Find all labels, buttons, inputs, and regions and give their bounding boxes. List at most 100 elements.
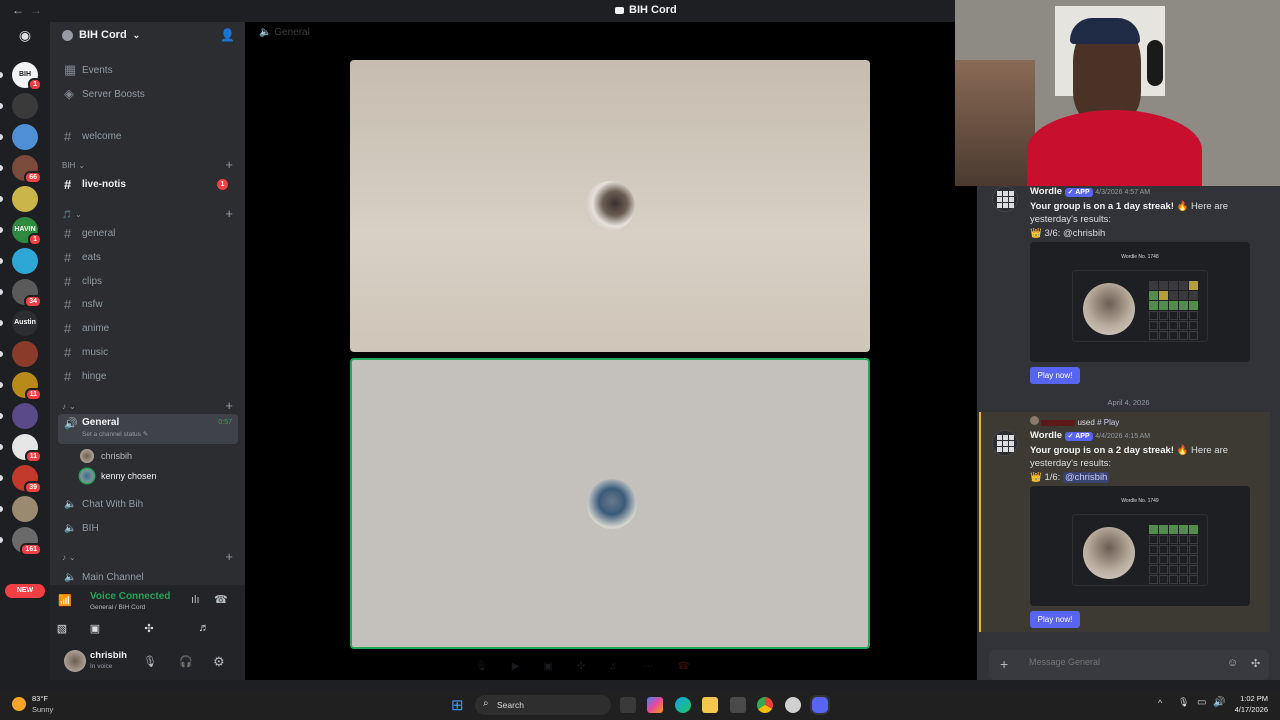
server-icon[interactable]: Austin [12, 310, 38, 336]
chevron-up-icon[interactable]: ^ [1158, 698, 1162, 708]
chrome-icon[interactable] [757, 697, 773, 713]
clock-time[interactable]: 1:02 PM [1234, 694, 1268, 703]
add-channel-icon[interactable]: + [225, 398, 233, 413]
wordle-app-icon[interactable] [992, 186, 1018, 212]
server-icon[interactable] [12, 248, 38, 274]
add-channel-icon[interactable]: + [225, 157, 233, 172]
microphone-icon[interactable]: 🎙 [1178, 697, 1189, 708]
play-now-button[interactable]: Play now! [1030, 611, 1080, 628]
activities-icon[interactable]: ✣ [129, 622, 169, 635]
message-input[interactable] [1029, 657, 1209, 667]
more-icon[interactable]: ⋯ [643, 661, 653, 672]
channel-music[interactable]: # music [58, 342, 238, 362]
back-arrow-icon[interactable]: ← [12, 3, 24, 17]
leave-call-icon[interactable]: ☎ [677, 661, 689, 672]
noise-suppression-icon[interactable]: ılı [191, 594, 200, 606]
server-icon[interactable] [12, 186, 38, 212]
server-icon[interactable]: 39 [12, 465, 42, 494]
channel-welcome[interactable]: # welcome [58, 126, 238, 146]
channel-anime[interactable]: # anime [58, 318, 238, 338]
network-icon[interactable]: ▭ [1197, 697, 1206, 708]
wordle-app-icon[interactable] [992, 430, 1018, 456]
server-icon[interactable] [12, 496, 38, 522]
server-icon[interactable] [12, 341, 38, 367]
user-avatar[interactable] [64, 650, 86, 672]
microphone-icon[interactable]: 🎙 [143, 655, 157, 668]
voice-channel-chat-with-bih[interactable]: 🔈 Chat With Bih [58, 494, 238, 514]
server-icon[interactable]: 66 [12, 155, 42, 184]
category-four[interactable]: ♪ ⌄ [62, 553, 76, 562]
taskbar-search[interactable]: ⌕ Search [475, 695, 611, 715]
camera-icon[interactable]: ▶ [512, 661, 520, 672]
voice-channel-main[interactable]: 🔈 Main Channel [58, 567, 238, 587]
volume-icon[interactable]: 🔊 [1213, 697, 1225, 708]
voice-user-kenny[interactable]: kenny chosen [80, 469, 157, 483]
category-music[interactable]: 🎵 ⌄ [62, 210, 82, 219]
sidebar-item-events[interactable]: ▦ Events [58, 60, 238, 80]
channel-general[interactable]: # general [58, 223, 238, 243]
discord-taskbar-icon[interactable] [812, 697, 828, 713]
channel-live-notis[interactable]: # live-notis 1 [58, 174, 238, 194]
copilot-icon[interactable] [647, 697, 663, 713]
add-channel-icon[interactable]: + [225, 206, 233, 221]
add-channel-icon[interactable]: + [225, 549, 233, 564]
microphone-icon[interactable]: 🎙 [475, 661, 488, 672]
channel-hinge[interactable]: # hinge [58, 366, 238, 386]
new-badge[interactable]: NEW [5, 584, 45, 598]
settings-gear-icon[interactable]: ⚙ [213, 654, 225, 670]
voice-location[interactable]: General / BIH Cord [90, 604, 145, 611]
server-icon[interactable]: BIH 1 [12, 62, 42, 91]
channel-status-hint[interactable]: Set a channel status ✎ [82, 430, 148, 438]
channel-clips[interactable]: # clips [58, 271, 238, 291]
slash-command[interactable]: # Play [1097, 418, 1119, 427]
task-view-icon[interactable] [620, 697, 636, 713]
server-icon[interactable]: 161 [12, 527, 42, 556]
play-now-button[interactable]: Play now! [1030, 367, 1080, 384]
server-icon[interactable]: 11 [12, 372, 42, 401]
voice-channel-general[interactable]: 🔊 General Set a channel status ✎ 0:57 [58, 414, 238, 444]
screen-share-icon[interactable]: ▣ [75, 622, 115, 635]
disconnect-icon[interactable]: ☎ [214, 593, 228, 606]
server-icon[interactable] [12, 93, 38, 119]
emoji-icon[interactable]: ☺ [1227, 657, 1238, 669]
channel-eats[interactable]: # eats [58, 247, 238, 267]
server-icon[interactable]: 11 [12, 434, 42, 463]
video-tile-chrisbih[interactable] [350, 60, 870, 352]
add-attachment-icon[interactable]: + [1000, 656, 1008, 672]
server-icon[interactable]: HAVIN 1 [12, 217, 42, 246]
video-tile-kenny[interactable] [350, 358, 870, 649]
discord-home-icon[interactable]: ◉ [13, 28, 37, 42]
voice-channel-bih[interactable]: 🔈 BIH [58, 518, 238, 538]
signal-icon[interactable]: 📶 [58, 594, 72, 607]
clock-date[interactable]: 4/17/2026 [1228, 705, 1268, 714]
soundboard-icon[interactable]: ♬ [609, 661, 619, 672]
message-author[interactable]: Wordle [1030, 186, 1062, 197]
weather-desc[interactable]: Sunny [32, 705, 53, 714]
activities-icon[interactable]: ✣ [577, 661, 585, 672]
server-header[interactable]: BIH Cord ⌄ 👤 [50, 22, 245, 48]
windows-start-icon[interactable]: ⊞ [451, 696, 464, 714]
edge-icon[interactable] [675, 697, 691, 713]
recording-app-icon[interactable] [785, 697, 801, 713]
server-icon[interactable] [12, 124, 38, 150]
channel-nsfw[interactable]: # nsfw [58, 294, 238, 314]
store-icon[interactable] [730, 697, 746, 713]
weather-temp[interactable]: 83°F [32, 694, 48, 703]
category-voice[interactable]: ♪ ⌄ [62, 402, 76, 411]
add-member-icon[interactable]: 👤 [220, 28, 235, 42]
headphones-icon[interactable]: 🎧 [179, 655, 193, 668]
screen-share-icon[interactable]: ▣ [543, 661, 552, 672]
voice-user-chrisbih[interactable]: chrisbih [80, 449, 132, 463]
server-icon[interactable] [12, 403, 38, 429]
message-author[interactable]: Wordle [1030, 430, 1062, 441]
forward-arrow-icon[interactable]: → [30, 3, 42, 17]
user-mention[interactable]: @chrisbih [1062, 471, 1110, 483]
category-bih[interactable]: BIH ⌄ [62, 161, 85, 170]
apps-icon[interactable]: ✣ [1251, 657, 1260, 670]
weather-sun-icon[interactable] [12, 697, 26, 711]
server-icon[interactable]: 34 [12, 279, 42, 308]
message-input-bar[interactable]: + ☺ ✣ [989, 650, 1269, 680]
file-explorer-icon[interactable] [702, 697, 718, 713]
soundboard-icon[interactable]: ♬ [184, 622, 224, 634]
sidebar-item-server-boosts[interactable]: ◈ Server Boosts [58, 84, 238, 104]
